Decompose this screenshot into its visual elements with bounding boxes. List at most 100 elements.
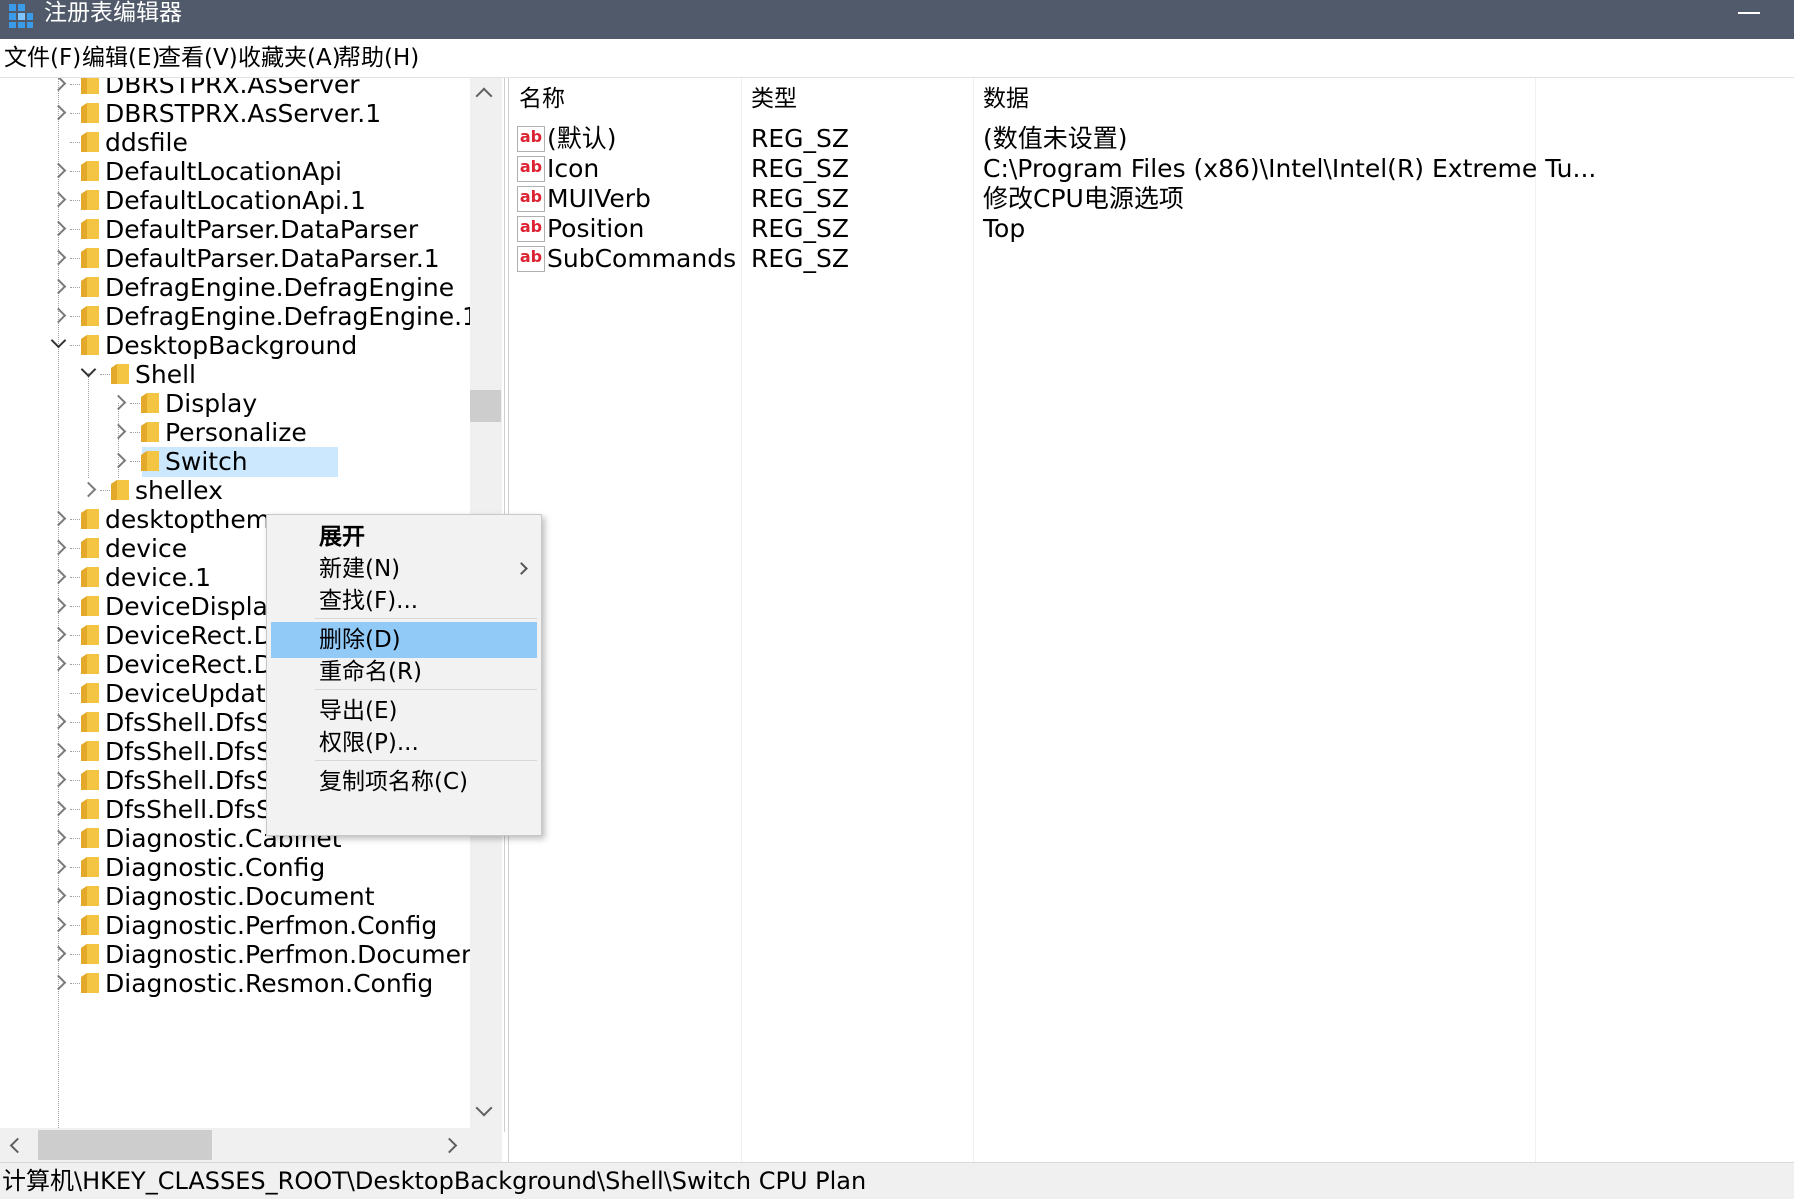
folder-icon [80,652,100,676]
folder-icon [80,275,100,299]
chevron-right-icon[interactable] [50,510,67,527]
scroll-right-icon[interactable] [441,1137,458,1154]
folder-icon [80,130,100,154]
chevron-right-icon[interactable] [50,626,67,643]
context-menu: 展开 新建(N) 查找(F)... 删除(D) 重命名(R) 导出(E) 权限(P)... 复… [266,514,542,836]
window-title: 注册表编辑器 [44,0,182,26]
chevron-right-icon[interactable] [50,249,67,266]
chevron-right-icon[interactable] [50,568,67,585]
value-name: (默认) [547,124,617,153]
scroll-left-icon[interactable] [9,1137,26,1154]
tree-guide-line [70,519,80,520]
ctx-export-item[interactable]: 导出(E) [271,693,537,729]
value-name: SubCommands [547,244,737,273]
chevron-right-icon[interactable] [50,887,67,904]
tree-horizontal-scrollbar[interactable] [0,1128,502,1162]
minimize-button[interactable] [1718,0,1778,26]
scroll-up-icon[interactable] [475,87,493,105]
value-type: REG_SZ [751,154,850,183]
tree-guide-line [70,200,80,201]
ctx-find-item[interactable]: 查找(F)... [271,583,537,619]
chevron-right-icon[interactable] [110,452,127,469]
column-header-type[interactable]: 类型 [741,78,961,120]
ctx-expand-item[interactable]: 展开 [271,519,537,555]
tree-guide-line [100,490,110,491]
menu-edit[interactable]: 编辑(E) [80,39,162,77]
chevron-down-icon[interactable] [80,361,97,378]
menu-bar: 文件(F) 编辑(E) 查看(V) 收藏夹(A) 帮助(H) [0,39,1794,78]
folder-icon [80,768,100,792]
menu-file[interactable]: 文件(F) [2,39,83,77]
chevron-right-icon[interactable] [50,162,67,179]
value-row[interactable]: ab Position REG_SZ Top [509,212,1529,246]
chevron-right-icon[interactable] [50,945,67,962]
chevron-down-icon[interactable] [50,332,67,349]
chevron-right-icon[interactable] [50,742,67,759]
chevron-right-icon[interactable] [50,974,67,991]
chevron-right-icon[interactable] [50,104,67,121]
chevron-right-icon[interactable] [110,394,127,411]
ctx-new-item[interactable]: 新建(N) [271,551,537,587]
chevron-right-icon[interactable] [50,655,67,672]
menu-item-label: 新建(N) [319,556,401,582]
ctx-rename-item[interactable]: 重命名(R) [271,654,537,690]
tree-guide-line [70,316,80,317]
menu-help[interactable]: 帮助(H) [336,39,421,77]
chevron-right-icon[interactable] [50,597,67,614]
string-value-icon: ab [517,186,545,212]
title-bar: 注册表编辑器 [0,0,1794,39]
values-list[interactable]: 名称 类型 数据 ab (默认) REG_SZ (数值未设置) ab Icon REG_SZ… [508,78,1794,1162]
scroll-thumb[interactable] [470,390,501,422]
value-name: Position [547,214,645,243]
folder-icon [80,246,100,270]
ctx-delete-item[interactable]: 删除(D) [271,622,537,658]
column-header-data[interactable]: 数据 [973,78,1483,120]
value-name: MUIVerb [547,184,651,213]
ctx-permissions-item[interactable]: 权限(P)... [271,725,537,761]
chevron-right-icon[interactable] [110,423,127,440]
chevron-right-icon[interactable] [50,191,67,208]
chevron-right-icon[interactable] [50,78,67,92]
column-header-name[interactable]: 名称 [509,78,709,120]
menu-view[interactable]: 查看(V) [156,39,240,77]
chevron-right-icon[interactable] [50,829,67,846]
chevron-right-icon[interactable] [50,220,67,237]
value-data: (数值未设置) [983,124,1128,153]
value-type: REG_SZ [751,214,850,243]
folder-icon [80,681,100,705]
column-divider[interactable] [1535,78,1536,1162]
menu-favorites[interactable]: 收藏夹(A) [236,39,343,77]
value-row[interactable]: ab Icon REG_SZ C:\Program Files (x86)\Intel… [509,152,1596,186]
tree-guide-line [70,954,80,955]
tree-guide-line [70,84,80,85]
tree-guide-line [70,606,80,607]
menu-item-label: 重命名(R) [319,659,422,685]
folder-icon [80,565,100,589]
tree-guide-line [70,229,80,230]
scroll-thumb[interactable] [38,1130,212,1160]
menu-item-label: 删除(D) [319,627,401,653]
string-value-icon: ab [517,246,545,272]
chevron-right-icon[interactable] [50,858,67,875]
scroll-down-icon[interactable] [475,1099,493,1117]
menu-item-label: 导出(E) [319,698,398,724]
tree-guide-line [70,693,80,694]
chevron-right-icon[interactable] [80,481,97,498]
chevron-right-icon[interactable] [50,278,67,295]
chevron-right-icon[interactable] [50,771,67,788]
value-row[interactable]: ab SubCommands REG_SZ [509,242,1529,276]
tree-guide-line [70,780,80,781]
chevron-right-icon[interactable] [50,539,67,556]
tree-item[interactable]: Diagnostic.Resmon.Config [0,967,470,1000]
value-row[interactable]: ab MUIVerb REG_SZ 修改CPU电源选项 [509,182,1529,216]
value-row[interactable]: ab (默认) REG_SZ (数值未设置) [509,122,1529,156]
chevron-right-icon[interactable] [50,307,67,324]
ctx-copy-key-name-item[interactable]: 复制项名称(C) [271,764,537,800]
folder-icon [80,101,100,125]
chevron-right-icon[interactable] [50,713,67,730]
chevron-right-icon[interactable] [50,800,67,817]
folder-icon [80,739,100,763]
chevron-right-icon[interactable] [50,916,67,933]
folder-icon [80,159,100,183]
menu-item-label: 复制项名称(C) [319,769,469,795]
